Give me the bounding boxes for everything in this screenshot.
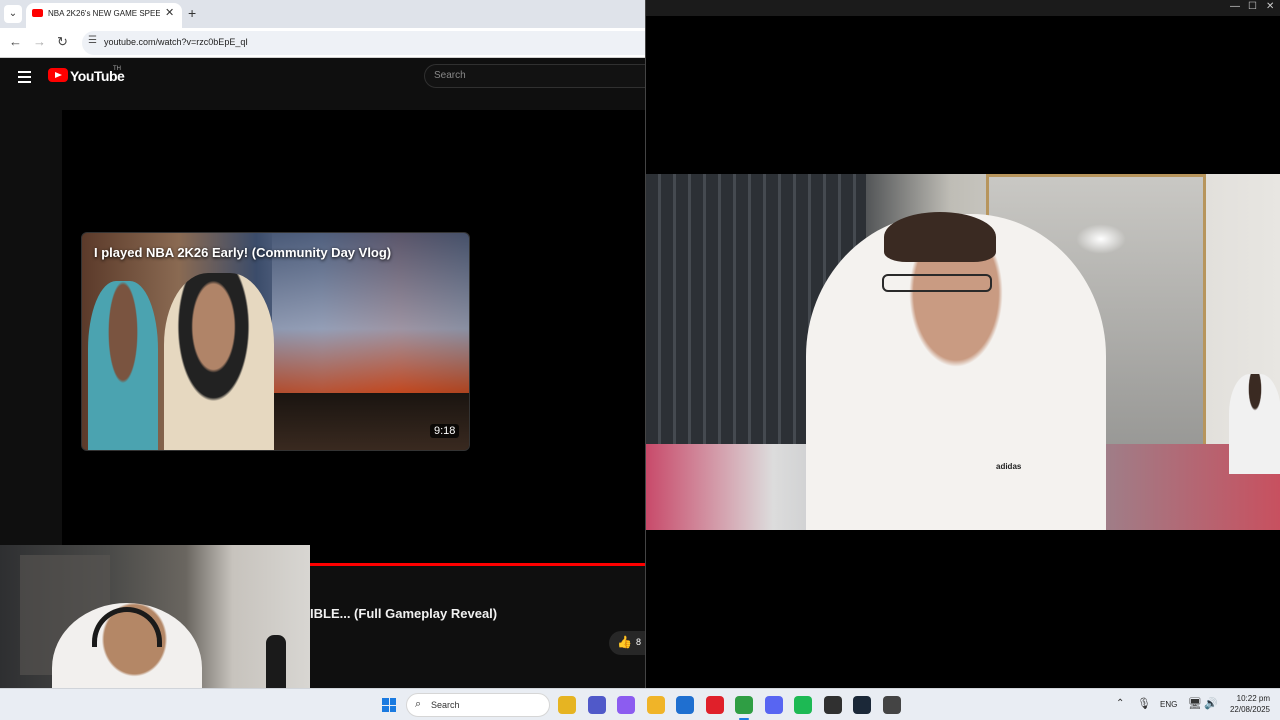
windows-start-icon[interactable] (382, 698, 396, 712)
youtube-logo-icon[interactable] (48, 68, 68, 82)
browser-toolbar: ← → ↻ ☰ youtube.com/watch?v=rzc0bEpE_qI (0, 28, 645, 58)
site-info-icon[interactable]: ☰ (88, 35, 97, 46)
steam-app[interactable] (853, 696, 871, 714)
forward-arrow-icon[interactable]: → (33, 34, 46, 49)
reload-icon[interactable]: ↻ (57, 34, 68, 50)
folder-app[interactable] (646, 696, 665, 714)
browser-tab-bar: ⌄ NBA 2K26's NEW GAME SPEED ✕ + (0, 0, 645, 28)
ceiling-light (1076, 224, 1126, 254)
endscreen-video-title: I played NBA 2K26 Early! (Community Day … (94, 245, 392, 260)
video-duration-badge: 9:18 (430, 424, 460, 438)
obs-app[interactable] (823, 696, 842, 714)
discord-app[interactable] (764, 696, 783, 714)
thumbs-up-icon: 👍 (617, 635, 632, 649)
clock-time[interactable]: 10:22 pm (1228, 694, 1270, 703)
glasses (882, 274, 992, 292)
spotify-app[interactable] (794, 696, 812, 714)
video-progress-bar[interactable] (310, 563, 645, 566)
opera-app[interactable] (705, 696, 724, 714)
maximize-icon[interactable]: ☐ (1248, 1, 1257, 12)
new-tab-button[interactable]: + (188, 5, 196, 21)
search-icon: ⌕ (415, 698, 422, 710)
taskbar-search-box[interactable]: ⌕ Search (406, 693, 550, 717)
search-input[interactable]: Search (424, 64, 645, 88)
thumbnail-crowd (272, 393, 469, 450)
video-title: IBLE... (Full Gameplay Reveal) (310, 606, 498, 621)
camera-feed-window: — ☐ ✕ adidas (645, 0, 1280, 688)
thumbnail-person (88, 281, 158, 450)
store-app[interactable] (676, 696, 694, 714)
menu-icon[interactable] (18, 71, 31, 86)
tab-close-button[interactable]: ✕ (165, 6, 174, 19)
teams-app[interactable] (587, 696, 606, 714)
taskbar-search-label: Search (431, 700, 460, 710)
microphone-icon[interactable]: 🎙 (1137, 697, 1151, 710)
close-icon[interactable]: ✕ (1266, 1, 1274, 12)
window-titlebar[interactable]: — ☐ ✕ (646, 0, 1280, 16)
minimize-icon[interactable]: — (1230, 1, 1240, 12)
like-count: 8 (636, 637, 642, 647)
taskbar: ⌕ Search ⌃ 🎙 ENG 🖥 🔊 10:22 pm 22/08/2025 (0, 688, 1280, 720)
chevron-up-icon[interactable]: ⌃ (1116, 698, 1124, 709)
copilot-app[interactable] (617, 696, 635, 714)
search-placeholder: Search (434, 70, 466, 81)
tab-search-dropdown-icon[interactable]: ⌄ (4, 5, 22, 23)
background-person (1229, 374, 1280, 474)
feed-person-hair (884, 212, 996, 262)
clock-date[interactable]: 22/08/2025 (1222, 705, 1270, 714)
shirt-logo: adidas (996, 462, 1022, 471)
browser-tab[interactable]: NBA 2K26's NEW GAME SPEED ✕ (26, 3, 182, 28)
file-explorer-app[interactable] (558, 696, 576, 714)
address-bar[interactable]: ☰ youtube.com/watch?v=rzc0bEpE_qI (82, 31, 645, 55)
thumbnail-person (164, 273, 274, 450)
video-player[interactable]: I played NBA 2K26 Early! (Community Day … (62, 110, 645, 564)
url-text: youtube.com/watch?v=rzc0bEpE_qI (104, 37, 248, 47)
tab-title: NBA 2K26's NEW GAME SPEED (48, 9, 160, 18)
network-icon[interactable]: 🖥 (1188, 697, 1202, 710)
region-code: TH (113, 66, 121, 72)
like-button[interactable]: 👍 8 (609, 631, 649, 655)
volume-icon[interactable]: 🔊 (1204, 697, 1218, 710)
capcut-app[interactable] (882, 696, 901, 714)
back-arrow-icon[interactable]: ← (9, 34, 22, 49)
endscreen-video-card[interactable]: I played NBA 2K26 Early! (Community Day … (81, 232, 470, 451)
chrome-app[interactable] (735, 696, 753, 720)
youtube-favicon-icon (32, 9, 43, 17)
camera-feed-video: adidas (646, 174, 1280, 530)
language-indicator[interactable]: ENG (1160, 700, 1177, 709)
